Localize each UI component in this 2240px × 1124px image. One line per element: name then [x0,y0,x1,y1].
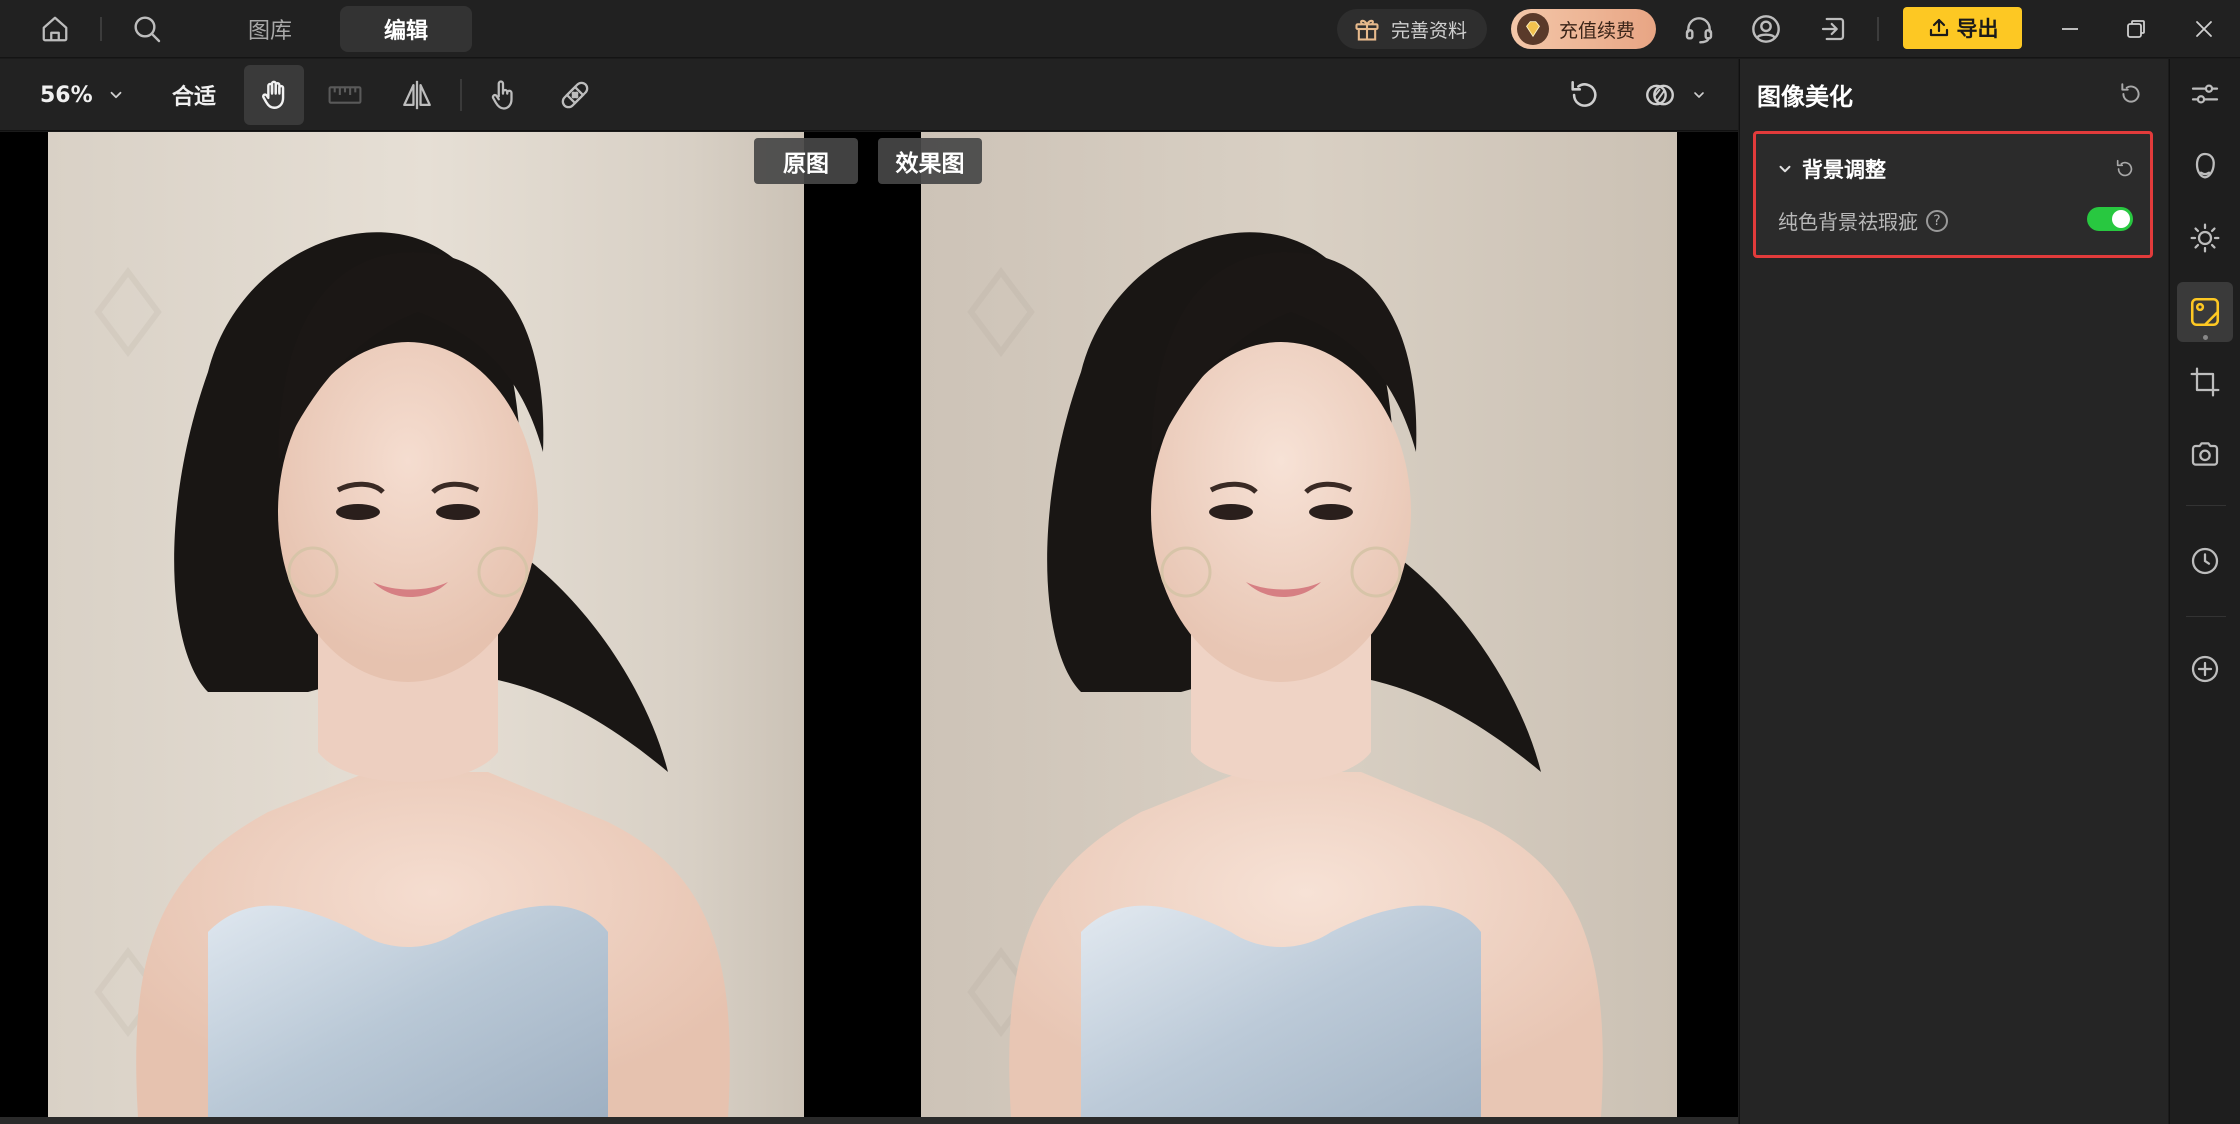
flip-button[interactable] [392,59,442,131]
title-bar: 图库 编辑 完善资料 充值续费 导出 [0,0,2240,58]
section-reset-button[interactable] [2112,156,2138,182]
minimize-button[interactable] [2050,0,2090,58]
brightness-icon [2190,223,2220,253]
hand-tool-button[interactable] [244,65,304,125]
close-button[interactable] [2184,0,2224,58]
history-icon [2191,547,2219,575]
zoom-value: 56% [40,82,93,108]
account-button[interactable] [1748,0,1784,58]
sidebar-item-light[interactable] [2177,210,2233,266]
tab-edit[interactable]: 编辑 [340,6,472,52]
sidebar-item-camera[interactable] [2177,426,2233,482]
tab-gallery[interactable]: 图库 [230,6,310,52]
sign-in-icon [1821,17,1845,41]
face-icon [2195,152,2215,179]
support-button[interactable] [1681,0,1717,58]
user-icon [1752,15,1780,43]
toggle-knob [2112,210,2130,228]
beautify-panel: 图像美化 背景调整 纯色背景祛瑕疵 ? [1739,59,2168,1124]
restore-icon [2127,20,2145,38]
tool-sidebar [2169,59,2240,1124]
section-header[interactable]: 背景调整 [1776,154,1886,184]
toolbar-divider [460,79,462,111]
chevron-down-icon [1694,92,1704,98]
help-icon[interactable]: ? [1926,209,1948,232]
home-icon [42,16,68,42]
fit-button[interactable]: 合适 [172,59,216,131]
compare-mode-dropdown[interactable] [1630,59,1720,131]
original-label: 原图 [754,138,858,184]
background-adjust-section: 背景调整 纯色背景祛瑕疵 ? [1753,131,2153,258]
crop-icon [2190,367,2220,397]
ruler-icon [328,86,362,104]
compare-icon [1646,84,1674,106]
title-divider-2 [1877,17,1879,41]
diamond-icon [1517,13,1549,45]
edit-toolbar: 56% 合适 [0,59,1738,131]
complete-profile-button[interactable]: 完善资料 [1337,9,1487,49]
upload-icon [1929,18,1948,37]
sidebar-divider [2186,505,2226,506]
restore-button[interactable] [2116,0,2156,58]
export-label: 导出 [1956,17,1999,41]
recharge-label: 充值续费 [1559,19,1636,42]
chevron-down-icon [1779,165,1791,173]
minimize-icon [2062,28,2078,30]
sidebar-item-add[interactable] [2177,641,2233,697]
sidebar-item-adjust[interactable] [2177,66,2233,122]
bandage-icon [561,81,589,109]
background-icon [2190,297,2220,327]
image-canvas[interactable]: 原图 效果图 [0,132,1738,1124]
close-icon [2196,21,2212,37]
sidebar-item-background[interactable] [2177,282,2233,342]
panel-reset-button[interactable] [2116,79,2146,109]
result-image [921,132,1677,1117]
export-button[interactable]: 导出 [1903,7,2022,49]
panel-title: 图像美化 [1757,83,1853,111]
headset-icon [1685,17,1713,44]
title-divider [100,17,102,41]
logout-button[interactable] [1815,0,1851,58]
sidebar-divider-2 [2186,616,2226,617]
sidebar-item-face[interactable] [2177,138,2233,194]
ruler-tool-button[interactable] [320,59,370,131]
zoom-dropdown[interactable]: 56% [40,59,125,131]
complete-profile-label: 完善资料 [1391,19,1468,42]
undo-button[interactable] [1560,59,1608,131]
hand-icon [262,80,285,109]
search-icon [134,16,161,43]
gift-icon [1355,19,1379,41]
reset-icon [2121,83,2140,103]
recharge-button[interactable]: 充值续费 [1511,9,1656,49]
camera-icon [2191,442,2219,466]
touch-tool-button[interactable] [478,59,528,131]
original-image [48,132,804,1117]
pointer-hand-icon [491,80,513,110]
active-indicator [2203,335,2208,340]
reset-icon [2116,159,2133,177]
sliders-icon [2191,84,2219,104]
search-button[interactable] [128,0,166,58]
sidebar-item-crop[interactable] [2177,354,2233,410]
chevron-down-icon [110,91,122,99]
blemish-removal-label: 纯色背景祛瑕疵 [1778,210,1918,234]
section-title: 背景调整 [1802,158,1886,182]
undo-icon [1571,80,1597,107]
blemish-removal-row: 纯色背景祛瑕疵 ? [1778,206,1948,235]
result-label: 效果图 [878,138,982,184]
bandage-tool-button[interactable] [550,59,600,131]
flip-horizontal-icon [403,80,431,110]
photo-editor-app: 图库 编辑 完善资料 充值续费 导出 56% 合适 原图 效果图 图像美化 背景… [0,0,2240,1124]
canvas-scrollbar[interactable] [0,1117,1738,1124]
home-button[interactable] [36,0,74,58]
blemish-removal-toggle[interactable] [2087,207,2133,231]
add-icon [2191,655,2219,683]
sidebar-item-history[interactable] [2177,533,2233,589]
